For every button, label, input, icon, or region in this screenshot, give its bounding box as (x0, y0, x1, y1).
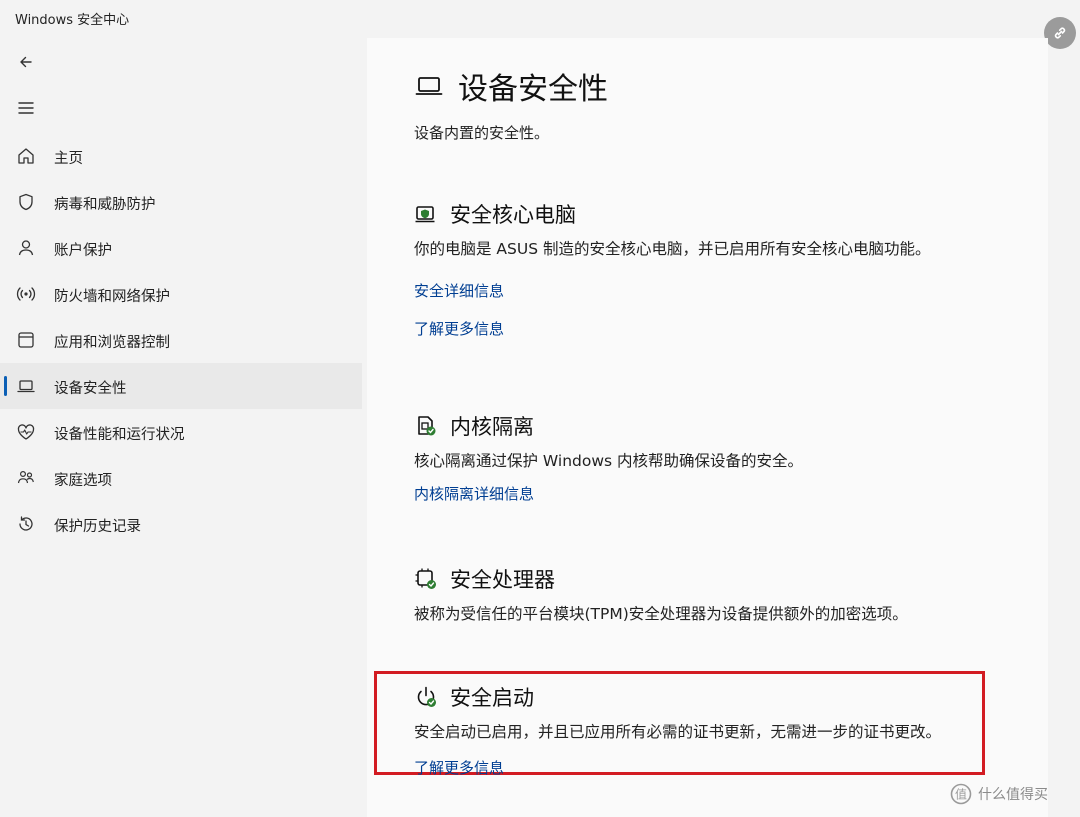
core-isolation-icon (414, 414, 438, 438)
section-title: 内核隔离 (450, 415, 534, 439)
sidebar-item-app-browser[interactable]: 应用和浏览器控制 (0, 317, 362, 363)
section-description: 核心隔离通过保护 Windows 内核帮助确保设备的安全。 (414, 452, 804, 470)
sidebar-item-virus-protection[interactable]: 病毒和威胁防护 (0, 179, 362, 225)
laptop-icon (414, 71, 444, 101)
sidebar-item-family[interactable]: 家庭选项 (0, 455, 362, 501)
sidebar-item-label: 家庭选项 (54, 473, 112, 489)
page-subtitle: 设备内置的安全性。 (414, 124, 550, 142)
page-header: 设备安全性 (414, 64, 608, 108)
sidebar-item-device-performance[interactable]: 设备性能和运行状况 (0, 409, 362, 455)
sidebar-item-label: 设备安全性 (54, 381, 127, 397)
sidebar-item-home[interactable]: 主页 (0, 133, 362, 179)
section-secured-core-pc: 安全核心电脑 你的电脑是 ASUS 制造的安全核心电脑，并已启用所有安全核心电脑… (414, 199, 974, 339)
watermark: 值 什么值得买 (950, 783, 1048, 805)
family-icon (16, 468, 36, 488)
learn-more-link[interactable]: 了解更多信息 (414, 757, 974, 778)
section-title: 安全核心电脑 (450, 203, 576, 227)
sidebar-nav: 主页 病毒和威胁防护 账户保护 防火墙和网络保护 应用和浏览器控制 设备安全性 (0, 133, 362, 547)
heart-pulse-icon (16, 422, 36, 442)
watermark-text: 什么值得买 (978, 787, 1048, 803)
section-description: 被称为受信任的平台模块(TPM)安全处理器为设备提供额外的加密选项。 (414, 605, 908, 623)
core-isolation-details-link[interactable]: 内核隔离详细信息 (414, 483, 974, 504)
app-window-icon (16, 330, 36, 350)
shield-icon (16, 192, 36, 212)
wifi-antenna-icon (16, 284, 36, 304)
sidebar-item-firewall[interactable]: 防火墙和网络保护 (0, 271, 362, 317)
section-description: 你的电脑是 ASUS 制造的安全核心电脑，并已启用所有安全核心电脑功能。 (414, 240, 931, 258)
sidebar-item-label: 应用和浏览器控制 (54, 335, 170, 351)
sidebar-item-label: 保护历史记录 (54, 519, 141, 535)
app-title: Windows 安全中心 (15, 13, 130, 28)
page-title: 设备安全性 (458, 72, 608, 107)
link-icon[interactable] (1044, 17, 1076, 49)
sidebar-item-label: 设备性能和运行状况 (54, 427, 185, 443)
section-secure-boot: 安全启动 安全启动已启用，并且已应用所有必需的证书更新，无需进一步的证书更改。 … (414, 682, 974, 778)
smzdm-logo-icon: 值 (950, 783, 972, 805)
sidebar-item-history[interactable]: 保护历史记录 (0, 501, 362, 547)
home-icon (16, 146, 36, 166)
section-title: 安全处理器 (450, 568, 555, 592)
secure-boot-power-icon (414, 685, 438, 709)
secured-core-pc-icon (414, 202, 438, 226)
section-security-processor: 安全处理器 被称为受信任的平台模块(TPM)安全处理器为设备提供额外的加密选项。 (414, 564, 974, 627)
learn-more-link[interactable]: 了解更多信息 (414, 318, 974, 339)
hamburger-menu-icon[interactable] (16, 98, 38, 120)
back-arrow-icon[interactable] (16, 52, 38, 74)
sidebar-item-label: 主页 (54, 151, 83, 167)
section-description: 安全启动已启用，并且已应用所有必需的证书更新，无需进一步的证书更改。 (414, 723, 942, 741)
sidebar-item-label: 账户保护 (54, 243, 112, 259)
history-icon (16, 514, 36, 534)
laptop-icon (16, 376, 36, 396)
sidebar-item-account[interactable]: 账户保护 (0, 225, 362, 271)
person-icon (16, 238, 36, 258)
section-core-isolation: 内核隔离 核心隔离通过保护 Windows 内核帮助确保设备的安全。 内核隔离详… (414, 411, 974, 504)
security-details-link[interactable]: 安全详细信息 (414, 280, 974, 301)
sidebar-item-label: 防火墙和网络保护 (54, 289, 170, 305)
sidebar-item-device-security[interactable]: 设备安全性 (0, 363, 362, 409)
security-processor-icon (414, 567, 438, 591)
section-title: 安全启动 (450, 686, 534, 710)
sidebar-item-label: 病毒和威胁防护 (54, 197, 156, 213)
svg-text:值: 值 (955, 787, 967, 802)
